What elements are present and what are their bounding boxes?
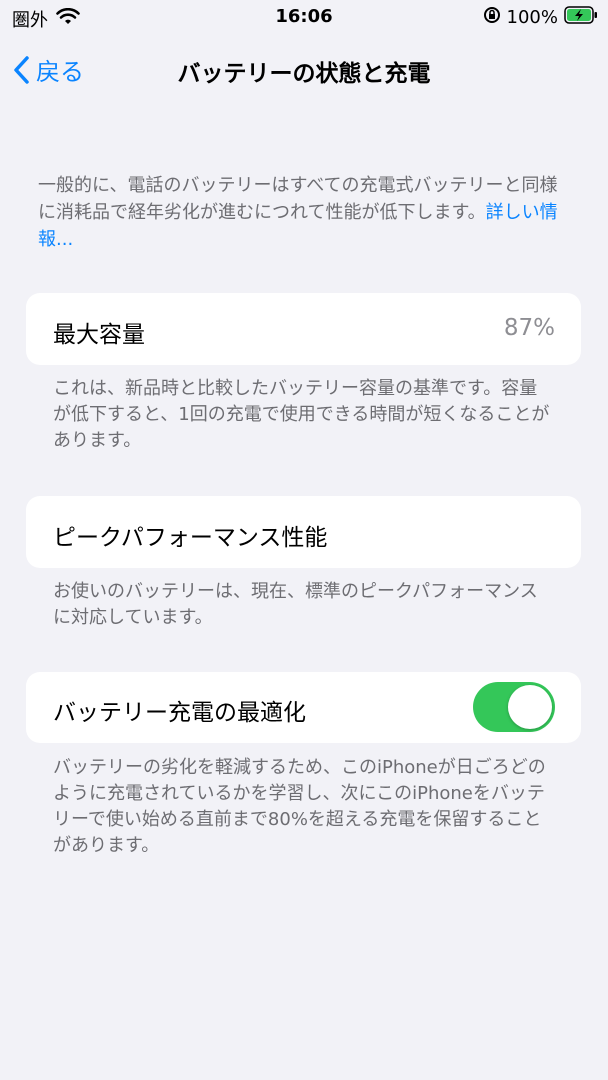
status-right: 100% xyxy=(483,6,598,29)
peak-performance-footnote: お使いのバッテリーは、現在、標準のピークパフォーマンスに対応しています。 xyxy=(53,581,538,628)
battery-percent: 100% xyxy=(506,7,558,28)
optimized-charging-row: バッテリー充電の最適化 xyxy=(26,672,581,743)
toggle-knob xyxy=(508,685,552,729)
battery-charging-icon xyxy=(564,6,598,29)
optimized-charging-footnote: バッテリーの劣化を軽減するため、このiPhoneが日ごろどのように充電されている… xyxy=(53,757,546,856)
max-capacity-label: 最大容量 xyxy=(53,322,145,348)
peak-performance-label: ピークパフォーマンス性能 xyxy=(53,525,328,551)
page-title: バッテリーの状態と充電 xyxy=(177,61,431,87)
intro-text-block: 一般的に、電話のバッテリーはすべての充電式バッテリーと同様に消耗品で経年劣化が進… xyxy=(38,172,558,253)
peak-performance-row: ピークパフォーマンス性能 xyxy=(26,496,581,568)
navigation-bar: 戻る バッテリーの状態と充電 xyxy=(0,44,608,94)
optimized-charging-toggle[interactable] xyxy=(473,682,555,732)
orientation-lock-icon xyxy=(483,6,501,29)
max-capacity-footnote: これは、新品時と比較したバッテリー容量の基準です。容量が低下すると、1回の充電で… xyxy=(53,378,550,451)
intro-text: 一般的に、電話のバッテリーはすべての充電式バッテリーと同様に消耗品で経年劣化が進… xyxy=(38,175,558,223)
status-bar: 圏外 16:06 100% xyxy=(0,0,608,34)
max-capacity-value: 87% xyxy=(503,315,555,341)
optimized-charging-label: バッテリー充電の最適化 xyxy=(53,700,306,726)
max-capacity-row: 最大容量 87% xyxy=(26,293,581,365)
